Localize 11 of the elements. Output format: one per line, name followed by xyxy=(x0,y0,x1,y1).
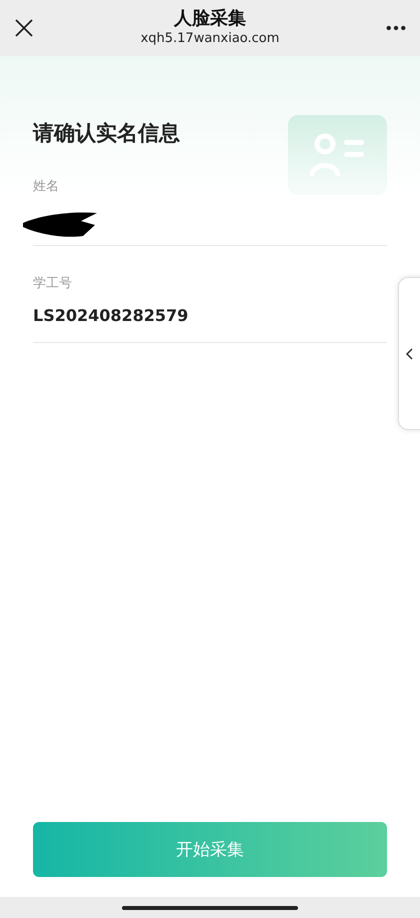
home-indicator[interactable] xyxy=(122,906,298,910)
field-label: 姓名 xyxy=(33,178,59,195)
section-heading: 请确认实名信息 xyxy=(33,120,180,147)
chevron-left-icon[interactable] xyxy=(405,348,413,360)
page-url: xqh5.17wanxiao.com xyxy=(140,30,280,48)
more-icon[interactable] xyxy=(386,25,406,31)
start-button[interactable]: 开始采集 xyxy=(33,822,387,877)
page-title: 人脸采集 xyxy=(174,8,246,30)
field-label: 学工号 xyxy=(33,275,72,292)
id-card-icon xyxy=(288,115,387,195)
field-value: LS202408282579 xyxy=(33,306,190,327)
